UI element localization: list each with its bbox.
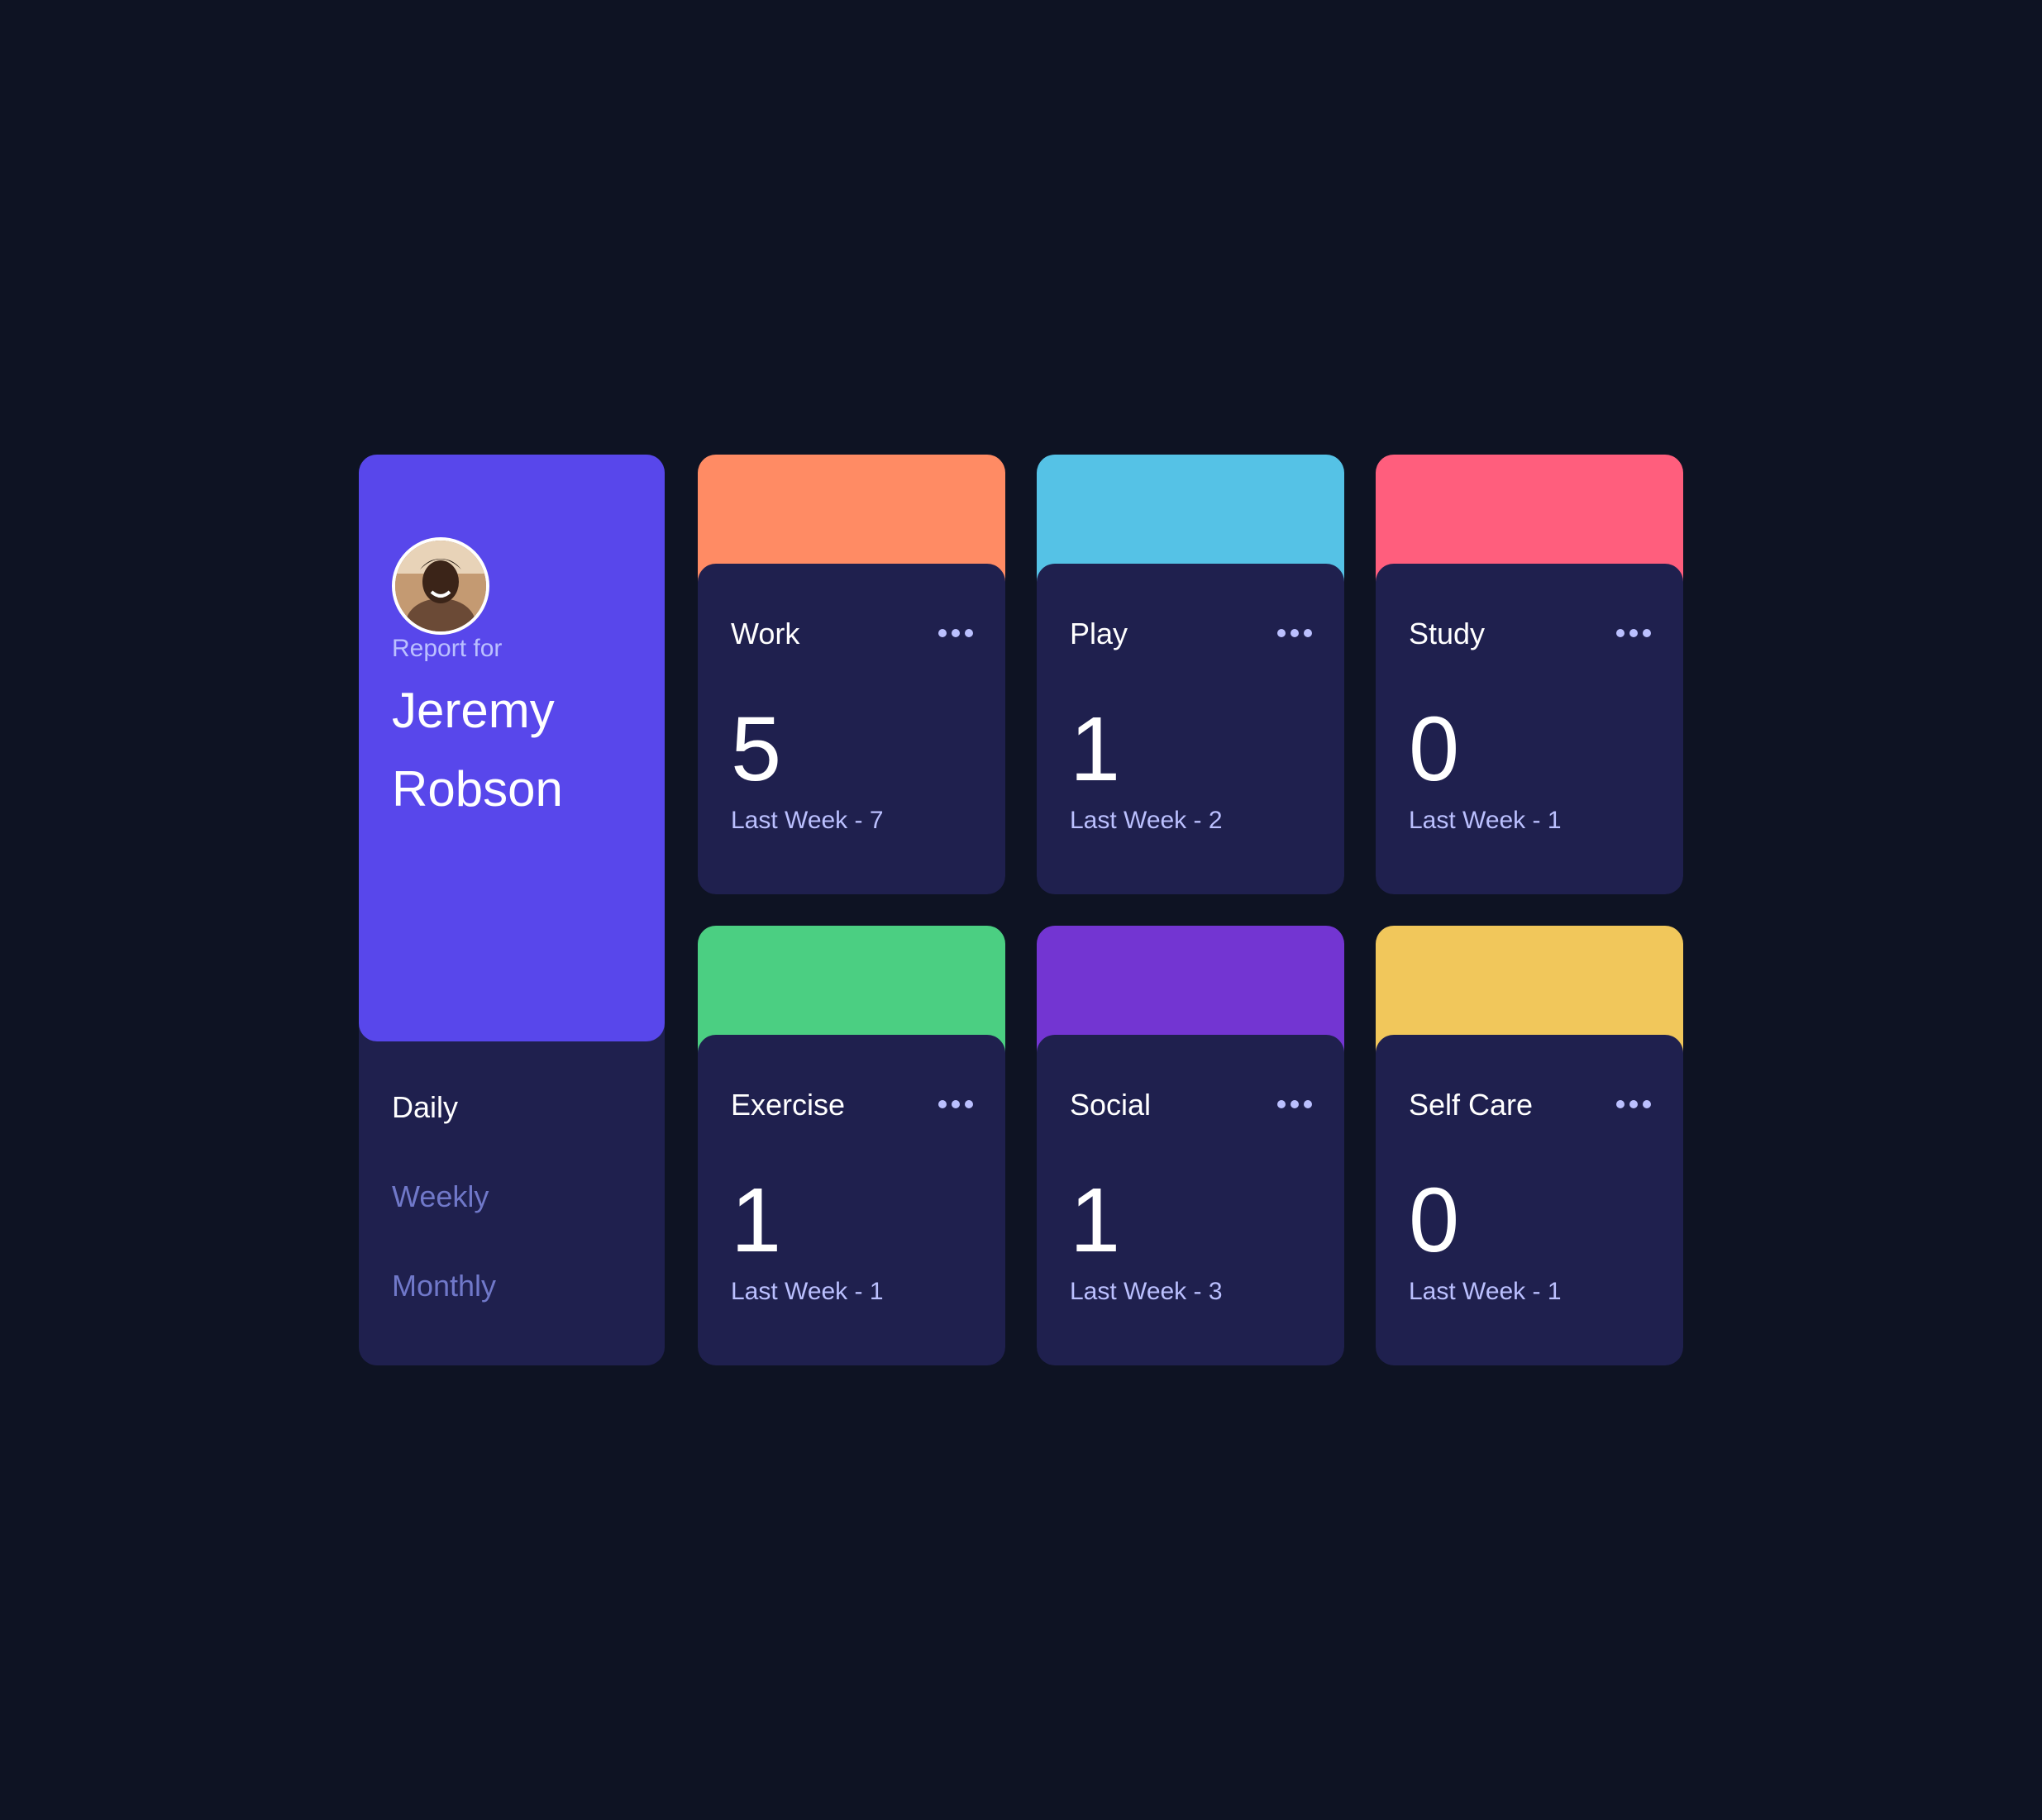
current-hours: 1 (1070, 1170, 1121, 1271)
card-body: Study 0 Last Week - 1 (1376, 564, 1683, 894)
more-options-icon[interactable] (1615, 628, 1652, 638)
current-hours: 0 (1409, 1170, 1460, 1271)
previous-hours: Last Week - 3 (1070, 1278, 1223, 1305)
more-options-icon[interactable] (938, 1099, 974, 1109)
period-monthly-tab[interactable]: Monthly (392, 1270, 496, 1303)
previous-hours: Last Week - 7 (731, 807, 884, 834)
activity-title: Work (731, 617, 800, 650)
period-selector: Daily Weekly Monthly (392, 1091, 496, 1359)
activity-card-social: Social 1 Last Week - 3 (1037, 926, 1344, 1365)
user-name: Jeremy Robson (392, 683, 563, 817)
activity-title: Play (1070, 617, 1128, 650)
current-hours: 1 (1070, 698, 1121, 800)
report-for-label: Report for (392, 635, 503, 662)
more-options-icon[interactable] (1276, 1099, 1313, 1109)
previous-hours: Last Week - 1 (1409, 807, 1562, 834)
current-hours: 0 (1409, 698, 1460, 800)
card-body: Exercise 1 Last Week - 1 (698, 1035, 1005, 1365)
card-body: Self Care 0 Last Week - 1 (1376, 1035, 1683, 1365)
activity-card-play: Play 1 Last Week - 2 (1037, 455, 1344, 894)
activity-card-study: Study 0 Last Week - 1 (1376, 455, 1683, 894)
more-options-icon[interactable] (938, 628, 974, 638)
card-body: Social 1 Last Week - 3 (1037, 1035, 1344, 1365)
current-hours: 1 (731, 1170, 782, 1271)
activity-card-exercise: Exercise 1 Last Week - 1 (698, 926, 1005, 1365)
activity-title: Study (1409, 617, 1486, 650)
activity-card-work: Work 5 Last Week - 7 (698, 455, 1005, 894)
card-body: Work 5 Last Week - 7 (698, 564, 1005, 894)
time-tracking-dashboard: Report for Jeremy Robson Daily Weekly Mo… (359, 455, 1683, 1365)
profile-card: Report for Jeremy Robson Daily Weekly Mo… (359, 455, 665, 1365)
previous-hours: Last Week - 1 (1409, 1278, 1562, 1305)
user-avatar (392, 537, 489, 635)
avatar-photo-icon (395, 541, 486, 631)
previous-hours: Last Week - 2 (1070, 807, 1223, 834)
previous-hours: Last Week - 1 (731, 1278, 884, 1305)
activity-title: Self Care (1409, 1088, 1534, 1122)
activity-title: Exercise (731, 1088, 846, 1122)
more-options-icon[interactable] (1615, 1099, 1652, 1109)
current-hours: 5 (731, 698, 782, 800)
activity-title: Social (1070, 1088, 1152, 1122)
activity-card-self-care: Self Care 0 Last Week - 1 (1376, 926, 1683, 1365)
card-body: Play 1 Last Week - 2 (1037, 564, 1344, 894)
profile-header: Report for Jeremy Robson (359, 455, 665, 1041)
more-options-icon[interactable] (1276, 628, 1313, 638)
period-weekly-tab[interactable]: Weekly (392, 1180, 496, 1213)
period-daily-tab[interactable]: Daily (392, 1091, 496, 1124)
